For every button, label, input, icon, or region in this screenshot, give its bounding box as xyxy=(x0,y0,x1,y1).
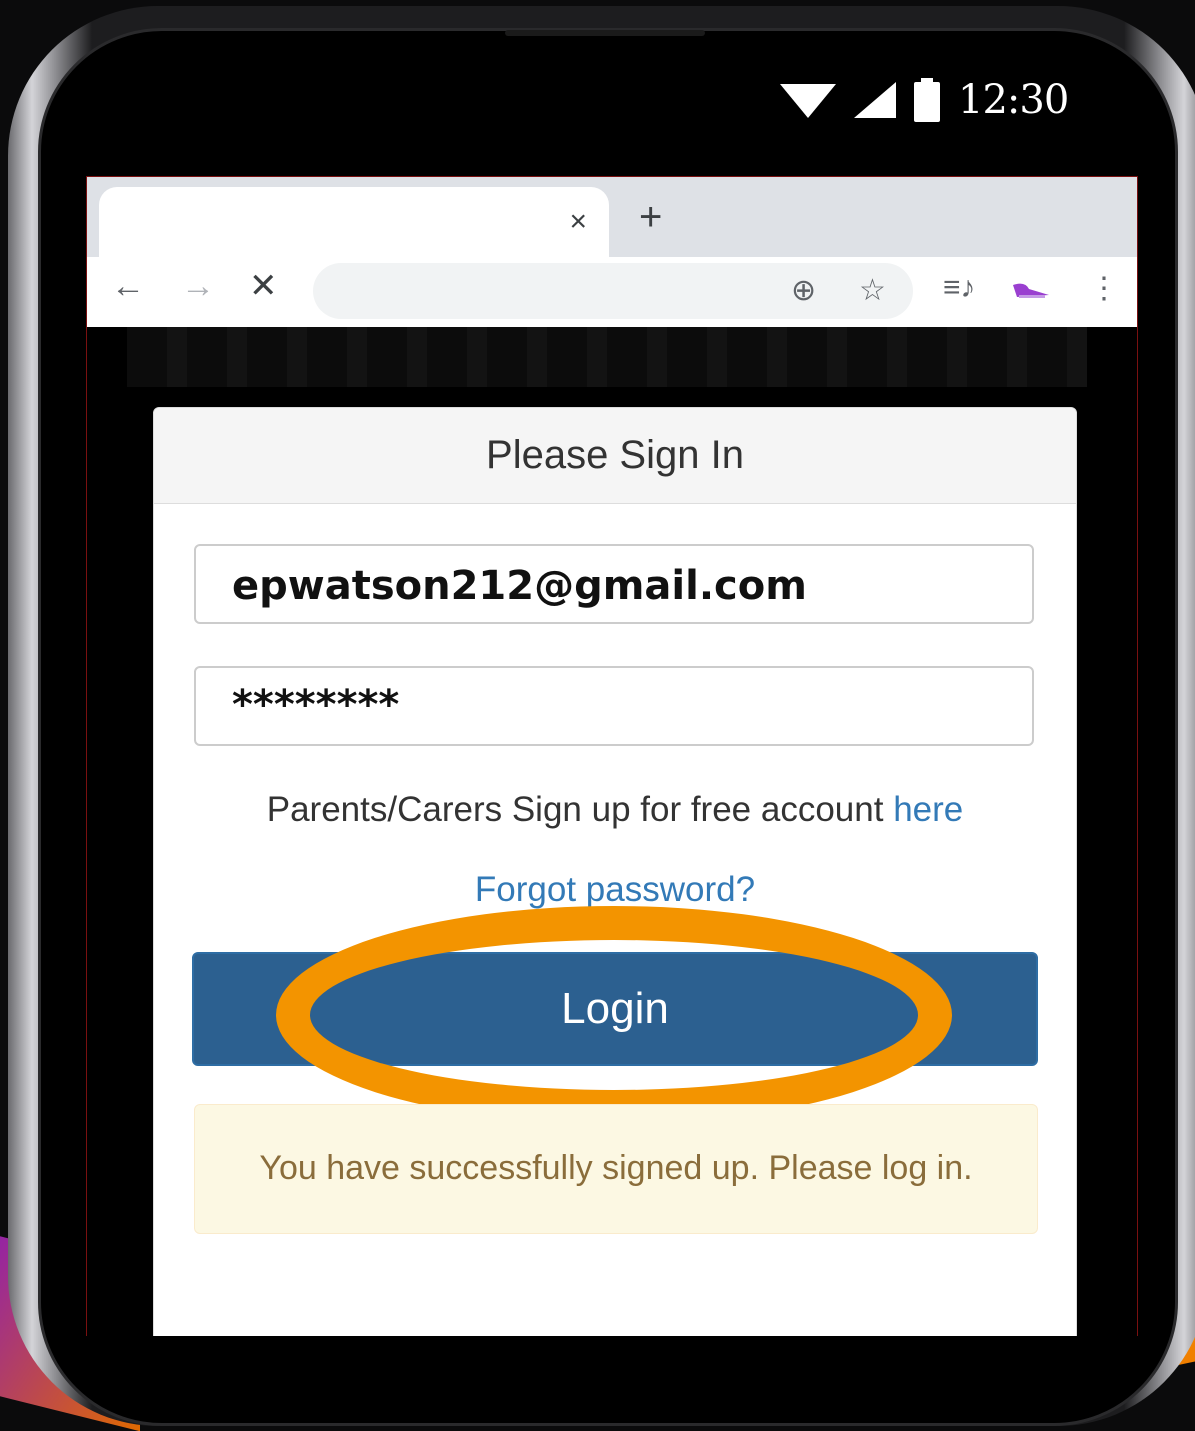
address-bar[interactable]: ⊕ ☆ xyxy=(313,263,913,319)
forgot-password-link[interactable]: Forgot password? xyxy=(475,870,755,909)
signup-here-link[interactable]: here xyxy=(893,790,963,829)
web-page: Please Sign In epwatson212@gmail.com ***… xyxy=(87,327,1137,1336)
forgot-password-row: Forgot password? xyxy=(154,870,1076,910)
signup-prompt: Parents/Carers Sign up for free account … xyxy=(154,790,1076,830)
signin-panel: Please Sign In epwatson212@gmail.com ***… xyxy=(153,407,1077,1336)
signin-title: Please Sign In xyxy=(154,408,1076,504)
browser-tabstrip: × + xyxy=(87,177,1137,257)
phone-screen: × + ← → ✕ ⊕ ☆ ≡♪ ⋮ Please Sign In epwats… xyxy=(86,176,1138,1336)
status-time: 12:30 xyxy=(958,77,1069,123)
status-bar: 12:30 xyxy=(780,72,1080,128)
wifi-icon xyxy=(780,84,836,118)
signup-text: Parents/Carers Sign up for free account xyxy=(266,790,894,829)
back-arrow-icon[interactable]: ← xyxy=(111,269,145,303)
tab-close-icon[interactable]: × xyxy=(569,205,587,239)
forward-arrow-icon[interactable]: → xyxy=(181,269,215,303)
bookmark-star-icon[interactable]: ☆ xyxy=(859,273,886,308)
zoom-icon[interactable]: ⊕ xyxy=(791,273,816,308)
browser-tab[interactable]: × xyxy=(99,187,609,257)
new-tab-icon[interactable]: + xyxy=(639,197,662,237)
signal-icon xyxy=(854,82,896,118)
playlist-icon[interactable]: ≡♪ xyxy=(943,271,976,305)
login-button[interactable]: Login xyxy=(192,952,1038,1066)
browser-menu-icon[interactable]: ⋮ xyxy=(1089,271,1119,306)
success-alert: You have successfully signed up. Please … xyxy=(194,1104,1038,1234)
phone-speaker xyxy=(505,30,705,36)
email-field[interactable]: epwatson212@gmail.com xyxy=(194,544,1034,624)
battery-icon xyxy=(914,78,940,122)
browser-toolbar: ← → ✕ ⊕ ☆ ≡♪ ⋮ xyxy=(87,257,1137,327)
extension-icon[interactable] xyxy=(1011,281,1051,301)
stop-loading-icon[interactable]: ✕ xyxy=(249,269,278,303)
page-background-pattern xyxy=(127,327,1087,387)
password-field[interactable]: ******** xyxy=(194,666,1034,746)
